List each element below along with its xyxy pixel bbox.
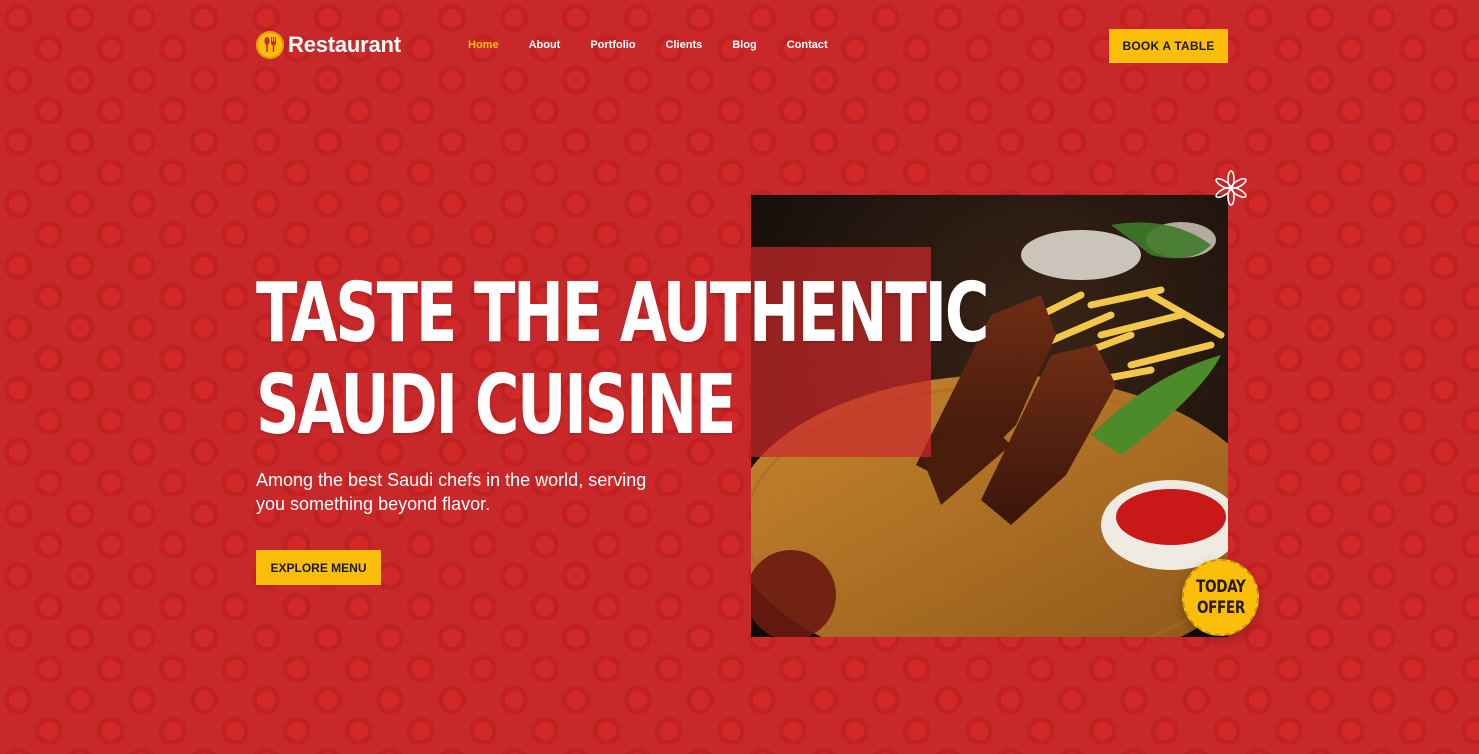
book-table-button[interactable]: BOOK A TABLE — [1109, 29, 1228, 63]
nav-blog[interactable]: Blog — [732, 39, 756, 51]
sparkle-icon — [1212, 169, 1250, 207]
nav-clients[interactable]: Clients — [666, 39, 703, 51]
hero-title: TASTE THE AUTHENTIC SAUDI CUISINE — [256, 266, 989, 453]
main-nav: Home About Portfolio Clients Blog Contac… — [468, 39, 858, 51]
badge-line1: TODAY — [1195, 576, 1246, 597]
nav-portfolio[interactable]: Portfolio — [590, 39, 635, 51]
today-offer-badge[interactable]: TODAY OFFER — [1182, 559, 1259, 636]
hero-title-line2: SAUDI CUISINE — [256, 358, 736, 453]
nav-contact[interactable]: Contact — [787, 39, 828, 51]
site-header: Restaurant Home About Portfolio Clients … — [0, 0, 1479, 92]
badge-line2: OFFER — [1196, 597, 1245, 618]
hero-description: Among the best Saudi chefs in the world,… — [256, 470, 647, 514]
fork-spoon-icon — [256, 31, 284, 59]
brand-logo[interactable]: Restaurant — [256, 31, 401, 59]
explore-menu-button[interactable]: EXPLORE MENU — [256, 550, 381, 585]
nav-about[interactable]: About — [529, 39, 561, 51]
brand-name: Restaurant — [288, 32, 401, 57]
nav-home[interactable]: Home — [468, 39, 499, 51]
hero-title-line1: TASTE THE AUTHENTIC — [256, 266, 989, 361]
